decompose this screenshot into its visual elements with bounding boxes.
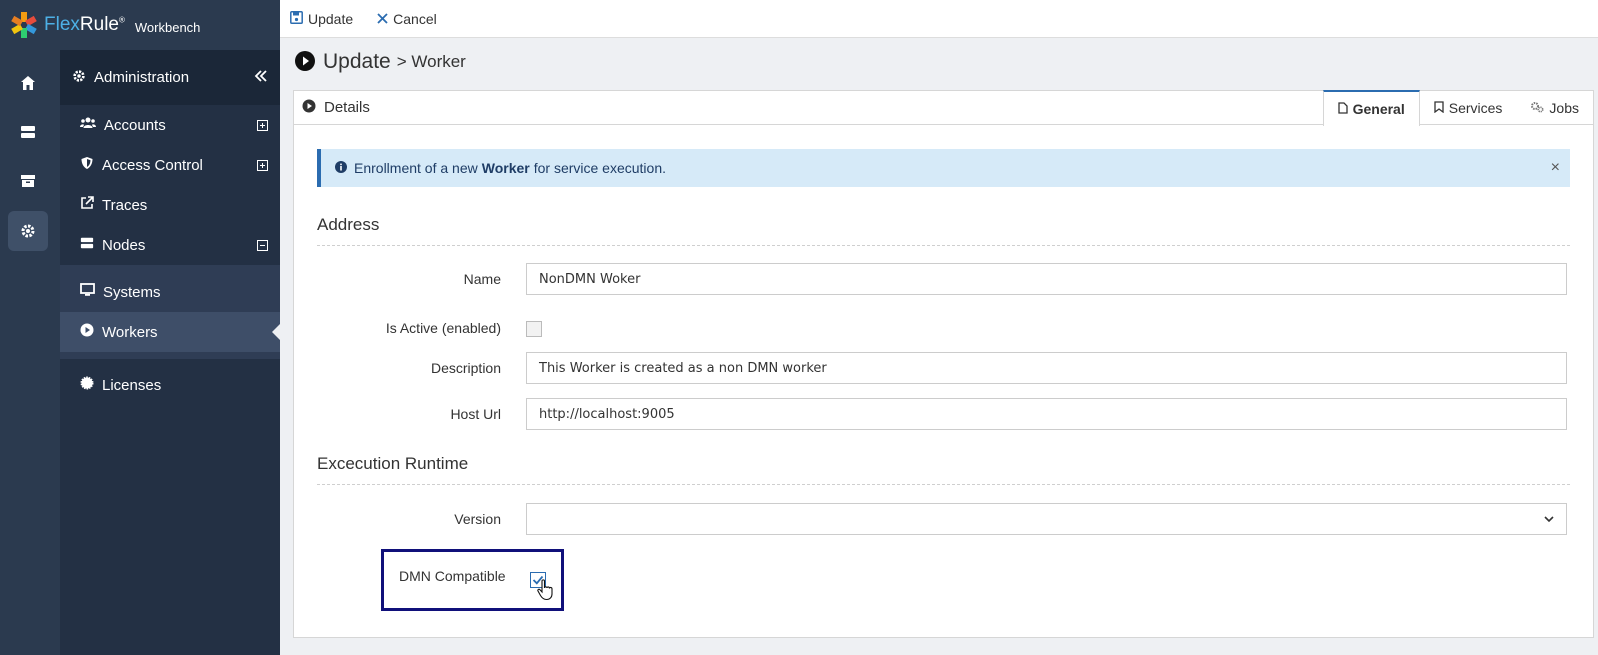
- expand-plus-icon[interactable]: [257, 119, 268, 131]
- bookmark-icon: [1434, 100, 1444, 116]
- name-field[interactable]: NonDMN Woker: [526, 263, 1567, 295]
- archive-icon[interactable]: [8, 161, 48, 201]
- sidebar-title: Administration: [94, 69, 190, 86]
- runtime-section-title: Excecution Runtime: [317, 454, 1570, 485]
- page-title: Update > Worker: [295, 50, 466, 74]
- play-circle-icon: [295, 50, 315, 74]
- info-alert: Enrollment of a new Worker for service e…: [317, 149, 1570, 187]
- version-row: Version: [317, 503, 1570, 535]
- close-icon: [377, 11, 388, 27]
- update-label: Update: [308, 10, 354, 27]
- dmn-compatible-label: DMN Compatible: [399, 568, 506, 584]
- sidebar: Administration Accounts Access Control T…: [60, 50, 280, 655]
- external-link-icon: [80, 196, 94, 214]
- alert-text-bold: Worker: [481, 160, 530, 176]
- update-button[interactable]: Update: [290, 11, 353, 27]
- is-active-checkbox[interactable]: [526, 321, 542, 337]
- sidebar-item-systems[interactable]: Systems: [60, 272, 280, 312]
- panel-header: Details General Services Jobs: [294, 90, 1593, 126]
- description-field[interactable]: This Worker is created as a non DMN work…: [526, 352, 1567, 384]
- sidebar-item-access-control[interactable]: Access Control: [60, 145, 280, 185]
- sidebar-item-nodes[interactable]: Nodes: [60, 225, 280, 265]
- page-title-main: Update: [323, 50, 391, 73]
- dmn-highlight-box: DMN Compatible: [381, 549, 564, 611]
- alert-text-prefix: Enrollment of a new: [354, 160, 478, 176]
- tab-jobs[interactable]: Jobs: [1516, 90, 1593, 125]
- version-label: Version: [454, 511, 501, 527]
- sidebar-item-label: Workers: [102, 323, 158, 341]
- home-icon[interactable]: [8, 63, 48, 103]
- play-circle-icon: [302, 99, 316, 116]
- sidebar-item-workers[interactable]: Workers: [60, 312, 280, 352]
- collapse-minus-icon[interactable]: [257, 239, 268, 251]
- info-icon: [335, 160, 347, 176]
- host-url-row: Host Url http://localhost:9005: [317, 398, 1570, 430]
- tab-services[interactable]: Services: [1420, 90, 1517, 125]
- details-panel: Details General Services Jobs Enrollment…: [293, 90, 1594, 638]
- alert-close-icon[interactable]: ×: [1551, 159, 1560, 177]
- sidebar-item-traces[interactable]: Traces: [60, 185, 280, 225]
- sidebar-header: Administration: [60, 50, 280, 105]
- sidebar-item-accounts[interactable]: Accounts: [60, 105, 280, 145]
- sidebar-item-label: Systems: [103, 283, 161, 301]
- sidebar-item-label: Nodes: [102, 236, 146, 254]
- host-url-label: Host Url: [450, 406, 501, 422]
- active-row: Is Active (enabled): [317, 317, 1570, 339]
- sidebar-item-label: Traces: [102, 196, 148, 214]
- description-row: Description This Worker is created as a …: [317, 352, 1570, 384]
- brand-name: FlexRule®: [44, 14, 125, 35]
- tab-general[interactable]: General: [1322, 90, 1420, 126]
- workbench-label: Workbench: [134, 19, 201, 35]
- description-label: Description: [430, 360, 501, 376]
- name-row: Name NonDMN Woker: [317, 263, 1570, 295]
- sidebar-item-label: Access Control: [102, 156, 203, 174]
- icon-rail: [0, 0, 60, 655]
- chevron-down-icon: [1544, 512, 1554, 527]
- app-logo[interactable]: FlexRule® Workbench: [0, 0, 280, 50]
- tab-label: Services: [1448, 99, 1503, 116]
- host-url-field[interactable]: http://localhost:9005: [526, 398, 1567, 430]
- expand-plus-icon[interactable]: [257, 159, 268, 171]
- hand-cursor-icon: [537, 579, 555, 604]
- shield-icon: [80, 156, 94, 174]
- sidebar-item-label: Licenses: [102, 376, 162, 394]
- cancel-button[interactable]: Cancel: [377, 11, 437, 27]
- server-icon[interactable]: [8, 112, 48, 152]
- nodes-submenu: Systems Workers: [60, 265, 280, 359]
- version-select[interactable]: [526, 503, 1567, 535]
- sidebar-item-licenses[interactable]: Licenses: [60, 365, 280, 405]
- address-section-title: Address: [317, 215, 1570, 246]
- top-toolbar: Update Cancel: [280, 0, 1598, 38]
- gear-icon: [72, 69, 86, 87]
- cogs-icon: [1530, 100, 1544, 116]
- active-label: Is Active (enabled): [385, 320, 501, 336]
- gear-icon[interactable]: [8, 211, 48, 251]
- name-label: Name: [463, 271, 501, 287]
- tab-bar: General Services Jobs: [1322, 90, 1593, 126]
- badge-icon: [80, 376, 94, 394]
- sidebar-item-label: Accounts: [104, 116, 166, 134]
- cancel-label: Cancel: [393, 10, 437, 27]
- flexrule-logo-icon: [8, 9, 40, 41]
- alert-text-suffix: for service execution.: [533, 160, 667, 176]
- server-icon: [80, 236, 94, 254]
- page-title-sub: > Worker: [396, 52, 466, 71]
- file-icon: [1337, 101, 1348, 117]
- collapse-sidebar-icon[interactable]: [254, 69, 268, 87]
- monitor-icon: [80, 283, 95, 301]
- play-circle-icon: [80, 323, 94, 341]
- users-icon: [80, 116, 96, 134]
- tab-label: Jobs: [1549, 99, 1579, 116]
- panel-title: Details: [324, 99, 370, 116]
- save-icon: [290, 10, 303, 27]
- tab-label: General: [1352, 101, 1405, 117]
